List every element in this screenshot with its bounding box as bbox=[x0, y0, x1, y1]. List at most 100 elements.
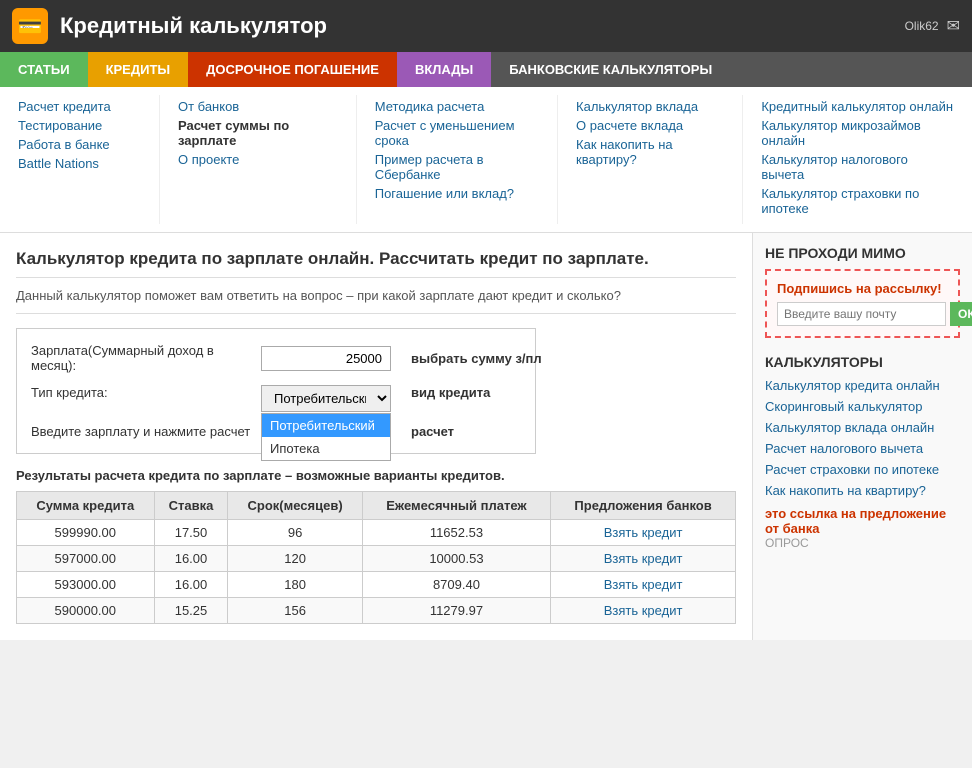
cell-link[interactable]: Взять кредит bbox=[551, 520, 736, 546]
subnav-link-microloan-calc[interactable]: Калькулятор микрозаймов онлайн bbox=[761, 118, 954, 148]
subnav-link-battle-nations[interactable]: Battle Nations bbox=[18, 156, 141, 171]
subnav-link-testing[interactable]: Тестирование bbox=[18, 118, 141, 133]
subnav-link-salary-calc[interactable]: Расчет суммы по зарплате bbox=[178, 118, 338, 148]
cell-payment: 11652.53 bbox=[362, 520, 550, 546]
cell-payment: 8709.40 bbox=[362, 572, 550, 598]
subnav-link-save-apartment[interactable]: Как накопить на квартиру? bbox=[576, 137, 724, 167]
sidebar-link-deposit[interactable]: Калькулятор вклада онлайн bbox=[765, 420, 960, 435]
subscribe-label: Подпишись на рассылку! bbox=[777, 281, 948, 296]
table-row: 593000.00 16.00 180 8709.40 Взять кредит bbox=[17, 572, 736, 598]
nav-credits[interactable]: КРЕДИТЫ bbox=[88, 52, 189, 87]
cell-term: 180 bbox=[228, 572, 362, 598]
sidebar-note: это ссылка на предложение от банка bbox=[765, 506, 960, 536]
sidebar-link-credit-calc[interactable]: Калькулятор кредита онлайн bbox=[765, 378, 960, 393]
site-logo: 💳 bbox=[12, 8, 48, 44]
cell-amount: 597000.00 bbox=[17, 546, 155, 572]
dropdown-item-consumer[interactable]: Потребительский bbox=[262, 414, 390, 437]
cell-payment: 10000.53 bbox=[362, 546, 550, 572]
take-credit-link[interactable]: Взять кредит bbox=[604, 603, 683, 618]
cell-term: 96 bbox=[228, 520, 362, 546]
subnav: Расчет кредита Тестирование Работа в бан… bbox=[0, 87, 972, 233]
nav-deposits[interactable]: ВКЛАДЫ bbox=[397, 52, 491, 87]
subnav-link-method[interactable]: Методика расчета bbox=[375, 99, 539, 114]
calc-form: Зарплата(Суммарный доход в месяц): выбра… bbox=[16, 328, 536, 454]
logo-icon: 💳 bbox=[18, 14, 43, 39]
salary-input[interactable] bbox=[261, 346, 391, 371]
subscribe-input[interactable] bbox=[777, 302, 946, 326]
dropdown-item-mortgage[interactable]: Ипотека bbox=[262, 437, 390, 460]
cell-rate: 16.00 bbox=[154, 546, 228, 572]
calc-hint: расчет bbox=[411, 424, 454, 439]
page-description: Данный калькулятор поможет вам ответить … bbox=[16, 288, 736, 314]
subnav-col-2: Методика расчета Расчет с уменьшением ср… bbox=[357, 95, 558, 224]
subnav-link-work-bank[interactable]: Работа в банке bbox=[18, 137, 141, 152]
sidebar: НЕ ПРОХОДИ МИМО Подпишись на рассылку! О… bbox=[752, 233, 972, 640]
cell-amount: 599990.00 bbox=[17, 520, 155, 546]
subnav-col-3: Калькулятор вклада О расчете вклада Как … bbox=[558, 95, 743, 224]
envelope-icon: ✉ bbox=[947, 16, 960, 36]
credit-type-row: Тип кредита: Потребительский Ипотека Пот… bbox=[31, 385, 521, 412]
subnav-link-reduce-term[interactable]: Расчет с уменьшением срока bbox=[375, 118, 539, 148]
results-title: Результаты расчета кредита по зарплате –… bbox=[16, 468, 736, 483]
take-credit-link[interactable]: Взять кредит bbox=[604, 551, 683, 566]
subnav-link-credit-calc-online[interactable]: Кредитный калькулятор онлайн bbox=[761, 99, 954, 114]
subnav-link-tax-deduction-calc[interactable]: Калькулятор налогового вычета bbox=[761, 152, 954, 182]
sidebar-note2: ОПРОС bbox=[765, 536, 960, 550]
sidebar-link-apartment[interactable]: Как накопить на квартиру? bbox=[765, 483, 960, 498]
results-table: Сумма кредита Ставка Срок(месяцев) Ежеме… bbox=[16, 491, 736, 624]
dropdown-open: Потребительский Ипотека bbox=[261, 413, 391, 461]
subnav-link-deposit-calc[interactable]: Калькулятор вклада bbox=[576, 99, 724, 114]
site-title: Кредитный калькулятор bbox=[60, 13, 893, 39]
subnav-link-calc-credit[interactable]: Расчет кредита bbox=[18, 99, 141, 114]
navbar: СТАТЬИ КРЕДИТЫ ДОСРОЧНОЕ ПОГАШЕНИЕ ВКЛАД… bbox=[0, 52, 972, 87]
salary-label: Зарплата(Суммарный доход в месяц): bbox=[31, 343, 251, 373]
form-note: Введите зарплату и нажмите расчет bbox=[31, 424, 251, 439]
cell-link[interactable]: Взять кредит bbox=[551, 572, 736, 598]
take-credit-link[interactable]: Взять кредит bbox=[604, 525, 683, 540]
header-right: Olik62 ✉ bbox=[905, 16, 960, 36]
cell-term: 120 bbox=[228, 546, 362, 572]
col-amount: Сумма кредита bbox=[17, 492, 155, 520]
subnav-col-0: Расчет кредита Тестирование Работа в бан… bbox=[0, 95, 160, 224]
sidebar-link-insurance[interactable]: Расчет страховки по ипотеке bbox=[765, 462, 960, 477]
page-title: Калькулятор кредита по зарплате онлайн. … bbox=[16, 249, 736, 278]
username-label: Olik62 bbox=[905, 19, 939, 33]
cell-payment: 11279.97 bbox=[362, 598, 550, 624]
table-row: 599990.00 17.50 96 11652.53 Взять кредит bbox=[17, 520, 736, 546]
nav-bank-calculators[interactable]: БАНКОВСКИЕ КАЛЬКУЛЯТОРЫ bbox=[491, 52, 972, 87]
promo-section: НЕ ПРОХОДИ МИМО Подпишись на рассылку! О… bbox=[765, 245, 960, 338]
col-term: Срок(месяцев) bbox=[228, 492, 362, 520]
cell-link[interactable]: Взять кредит bbox=[551, 546, 736, 572]
cell-amount: 590000.00 bbox=[17, 598, 155, 624]
subnav-col-4: Кредитный калькулятор онлайн Калькулятор… bbox=[743, 95, 972, 224]
credit-type-select-wrap: Потребительский Ипотека Потребительский … bbox=[261, 385, 391, 412]
subnav-link-about[interactable]: О проекте bbox=[178, 152, 338, 167]
table-header-row: Сумма кредита Ставка Срок(месяцев) Ежеме… bbox=[17, 492, 736, 520]
subscribe-box: Подпишись на рассылку! ОК bbox=[765, 269, 960, 338]
subnav-link-about-deposit[interactable]: О расчете вклада bbox=[576, 118, 724, 133]
header: 💳 Кредитный калькулятор Olik62 ✉ bbox=[0, 0, 972, 52]
subnav-link-from-banks[interactable]: От банков bbox=[178, 99, 338, 114]
table-row: 590000.00 15.25 156 11279.97 Взять креди… bbox=[17, 598, 736, 624]
take-credit-link[interactable]: Взять кредит bbox=[604, 577, 683, 592]
subscribe-button[interactable]: ОК bbox=[950, 302, 972, 326]
main-content: Калькулятор кредита по зарплате онлайн. … bbox=[0, 233, 752, 640]
col-rate: Ставка bbox=[154, 492, 228, 520]
credit-type-hint: вид кредита bbox=[411, 385, 490, 400]
subnav-link-repay-deposit[interactable]: Погашение или вклад? bbox=[375, 186, 539, 201]
main-layout: Калькулятор кредита по зарплате онлайн. … bbox=[0, 233, 972, 640]
credit-type-select[interactable]: Потребительский Ипотека bbox=[261, 385, 391, 412]
cell-link[interactable]: Взять кредит bbox=[551, 598, 736, 624]
sidebar-link-tax[interactable]: Расчет налогового вычета bbox=[765, 441, 960, 456]
table-row: 597000.00 16.00 120 10000.53 Взять креди… bbox=[17, 546, 736, 572]
sidebar-link-scoring[interactable]: Скоринговый калькулятор bbox=[765, 399, 960, 414]
cell-rate: 17.50 bbox=[154, 520, 228, 546]
subnav-link-insurance-calc[interactable]: Калькулятор страховки по ипотеке bbox=[761, 186, 954, 216]
subnav-col-1: От банков Расчет суммы по зарплате О про… bbox=[160, 95, 357, 224]
nav-articles[interactable]: СТАТЬИ bbox=[0, 52, 88, 87]
col-offers: Предложения банков bbox=[551, 492, 736, 520]
credit-type-label: Тип кредита: bbox=[31, 385, 251, 400]
cell-rate: 16.00 bbox=[154, 572, 228, 598]
nav-early-payment[interactable]: ДОСРОЧНОЕ ПОГАШЕНИЕ bbox=[188, 52, 397, 87]
subnav-link-sberbank[interactable]: Пример расчета в Сбербанке bbox=[375, 152, 539, 182]
